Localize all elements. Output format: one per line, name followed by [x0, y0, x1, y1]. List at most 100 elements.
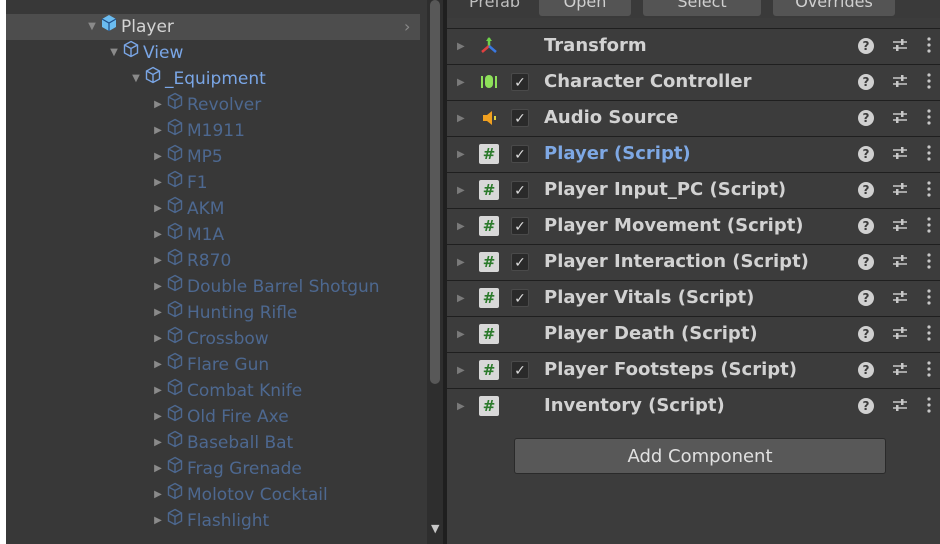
hierarchy-item[interactable]: ▶ MP5	[150, 144, 223, 170]
scroll-down-arrow-icon[interactable]: ▼	[431, 522, 439, 535]
collapsed-arrow-icon[interactable]: ▶	[150, 222, 166, 248]
collapsed-arrow-icon[interactable]: ▶	[150, 352, 166, 378]
collapsed-arrow-icon[interactable]: ▶	[150, 430, 166, 456]
component-header[interactable]: ▶ Transform?	[447, 28, 940, 64]
collapsed-arrow-icon[interactable]: ▶	[150, 326, 166, 352]
help-icon[interactable]: ?	[858, 182, 874, 198]
foldout-arrow-icon[interactable]: ▶	[457, 365, 465, 376]
hierarchy-item[interactable]: ▶ Double Barrel Shotgun	[150, 274, 380, 300]
hierarchy-item[interactable]: ▶ Molotov Cocktail	[150, 482, 328, 508]
component-header[interactable]: ▶ # ✓ Player Interaction (Script)?	[447, 244, 940, 280]
foldout-arrow-icon[interactable]: ▶	[457, 185, 465, 196]
foldout-arrow-icon[interactable]: ▶	[457, 149, 465, 160]
help-icon[interactable]: ?	[858, 326, 874, 342]
more-options-icon[interactable]	[926, 359, 932, 379]
help-icon[interactable]: ?	[858, 218, 874, 234]
collapsed-arrow-icon[interactable]: ▶	[150, 378, 166, 404]
more-options-icon[interactable]	[926, 395, 932, 415]
more-options-icon[interactable]	[926, 323, 932, 343]
hierarchy-item[interactable]: ▼ View	[106, 40, 183, 66]
hierarchy-item[interactable]: ▶ M1911	[150, 118, 245, 144]
foldout-arrow-icon[interactable]: ▶	[457, 329, 465, 340]
collapsed-arrow-icon[interactable]: ▶	[150, 274, 166, 300]
foldout-arrow-icon[interactable]: ▶	[457, 77, 465, 88]
enabled-checkbox[interactable]: ✓	[511, 109, 529, 127]
presets-icon[interactable]	[890, 395, 910, 415]
hierarchy-item[interactable]: ▶ Old Fire Axe	[150, 404, 289, 430]
component-header[interactable]: ▶ # ✓ Player Footsteps (Script)?	[447, 352, 940, 388]
collapsed-arrow-icon[interactable]: ▶	[150, 118, 166, 144]
more-options-icon[interactable]	[926, 179, 932, 199]
hierarchy-item[interactable]: ▶ AKM	[150, 196, 224, 222]
more-options-icon[interactable]	[926, 107, 932, 127]
collapsed-arrow-icon[interactable]: ▶	[150, 92, 166, 118]
hierarchy-item[interactable]: ▼ Player ›	[84, 14, 410, 40]
enabled-checkbox[interactable]: ✓	[511, 73, 529, 91]
hierarchy-item[interactable]: ▶ Flare Gun	[150, 352, 269, 378]
expand-arrow-icon[interactable]: ▼	[128, 66, 144, 92]
chevron-right-icon[interactable]: ›	[404, 14, 410, 40]
hierarchy-item[interactable]: ▶ Hunting Rifle	[150, 300, 297, 326]
help-icon[interactable]: ?	[858, 74, 874, 90]
more-options-icon[interactable]	[926, 215, 932, 235]
help-icon[interactable]: ?	[858, 290, 874, 306]
add-component-button[interactable]: Add Component	[514, 438, 886, 474]
help-icon[interactable]: ?	[858, 38, 874, 54]
hierarchy-item[interactable]: ▶ Revolver	[150, 92, 261, 118]
foldout-arrow-icon[interactable]: ▶	[457, 41, 465, 52]
expand-arrow-icon[interactable]: ▼	[84, 14, 100, 40]
component-header[interactable]: ▶ ✓ Audio Source?	[447, 100, 940, 136]
component-header[interactable]: ▶ # ✓ Player Movement (Script)?	[447, 208, 940, 244]
collapsed-arrow-icon[interactable]: ▶	[150, 170, 166, 196]
enabled-checkbox[interactable]: ✓	[511, 181, 529, 199]
more-options-icon[interactable]	[926, 287, 932, 307]
collapsed-arrow-icon[interactable]: ▶	[150, 456, 166, 482]
help-icon[interactable]: ?	[858, 398, 874, 414]
hierarchy-item[interactable]: ▼ _Equipment	[128, 66, 266, 92]
foldout-arrow-icon[interactable]: ▶	[457, 293, 465, 304]
enabled-checkbox[interactable]: ✓	[511, 289, 529, 307]
collapsed-arrow-icon[interactable]: ▶	[150, 508, 166, 534]
hierarchy-item[interactable]: ▶ Combat Knife	[150, 378, 302, 404]
presets-icon[interactable]	[890, 323, 910, 343]
presets-icon[interactable]	[890, 251, 910, 271]
collapsed-arrow-icon[interactable]: ▶	[150, 144, 166, 170]
presets-icon[interactable]	[890, 71, 910, 91]
help-icon[interactable]: ?	[858, 110, 874, 126]
enabled-checkbox[interactable]: ✓	[511, 217, 529, 235]
collapsed-arrow-icon[interactable]: ▶	[150, 248, 166, 274]
collapsed-arrow-icon[interactable]: ▶	[150, 404, 166, 430]
hierarchy-item[interactable]: ▶ Flashlight	[150, 508, 269, 534]
hierarchy-item[interactable]: ▶ Crossbow	[150, 326, 269, 352]
enabled-checkbox[interactable]: ✓	[511, 145, 529, 163]
more-options-icon[interactable]	[926, 251, 932, 271]
component-header[interactable]: ▶ # ✓ Player (Script)?	[447, 136, 940, 172]
more-options-icon[interactable]	[926, 35, 932, 55]
prefab-open-button[interactable]: Open	[539, 0, 631, 16]
more-options-icon[interactable]	[926, 71, 932, 91]
component-header[interactable]: ▶ # Inventory (Script)?	[447, 388, 940, 424]
presets-icon[interactable]	[890, 143, 910, 163]
component-header[interactable]: ▶ ✓ Character Controller?	[447, 64, 940, 100]
presets-icon[interactable]	[890, 35, 910, 55]
enabled-checkbox[interactable]: ✓	[511, 253, 529, 271]
expand-arrow-icon[interactable]: ▼	[106, 40, 122, 66]
foldout-arrow-icon[interactable]: ▶	[457, 221, 465, 232]
presets-icon[interactable]	[890, 287, 910, 307]
presets-icon[interactable]	[890, 179, 910, 199]
prefab-overrides-button[interactable]: Overrides	[773, 0, 895, 16]
presets-icon[interactable]	[890, 107, 910, 127]
hierarchy-item[interactable]: ▶ Baseball Bat	[150, 430, 293, 456]
more-options-icon[interactable]	[926, 143, 932, 163]
component-header[interactable]: ▶ # ✓ Player Input_PC (Script)?	[447, 172, 940, 208]
enabled-checkbox[interactable]: ✓	[511, 361, 529, 379]
collapsed-arrow-icon[interactable]: ▶	[150, 482, 166, 508]
collapsed-arrow-icon[interactable]: ▶	[150, 300, 166, 326]
help-icon[interactable]: ?	[858, 362, 874, 378]
collapsed-arrow-icon[interactable]: ▶	[150, 196, 166, 222]
help-icon[interactable]: ?	[858, 146, 874, 162]
hierarchy-item[interactable]: ▶ Frag Grenade	[150, 456, 302, 482]
hierarchy-item[interactable]: ▶ M1A	[150, 222, 224, 248]
component-header[interactable]: ▶ # Player Death (Script)?	[447, 316, 940, 352]
scrollbar-thumb[interactable]	[430, 0, 440, 384]
